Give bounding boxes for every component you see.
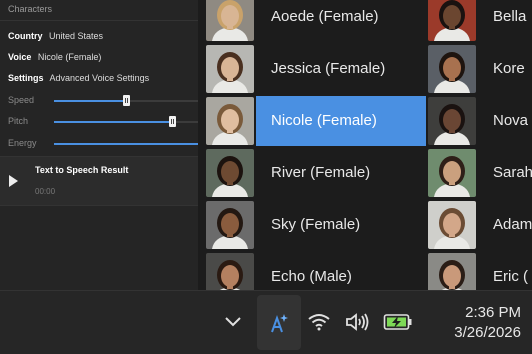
settings-panel: Characters Country United States Voice N…: [0, 0, 198, 290]
volume-icon[interactable]: [345, 312, 371, 332]
copilot-button[interactable]: [257, 295, 301, 350]
voice-name: River (Female): [271, 164, 371, 181]
pitch-slider-thumb[interactable]: [169, 116, 176, 127]
battery-charging-icon[interactable]: [383, 313, 413, 331]
voice-name: Sarah: [493, 164, 532, 181]
voice-avatar: [428, 253, 476, 290]
clock-date: 3/26/2026: [454, 324, 521, 341]
voice-name: Jessica (Female): [271, 60, 386, 77]
tts-result: Text to Speech Result 00:00: [0, 156, 198, 206]
voice-name: Nova: [493, 112, 529, 129]
chevron-up-icon[interactable]: [224, 315, 242, 327]
energy-label: Energy: [8, 138, 37, 148]
voice-avatar: [206, 45, 254, 93]
voice-avatar: [428, 201, 476, 249]
voice-avatar: [206, 201, 254, 249]
settings-row[interactable]: Settings Advanced Voice Settings: [8, 73, 149, 83]
voice-label: Voice: [8, 52, 32, 62]
speed-track[interactable]: [54, 100, 126, 102]
voice-name: Adam: [493, 216, 532, 233]
country-row[interactable]: Country United States: [8, 31, 103, 41]
voice-card[interactable]: Aoede (Female): [198, 0, 428, 42]
taskbar: 2:36 PM 3/26/2026: [0, 290, 532, 354]
voice-card[interactable]: Jessica (Female): [198, 44, 428, 94]
wifi-icon[interactable]: [307, 313, 331, 331]
voice-avatar: [428, 97, 476, 145]
pitch-label: Pitch: [8, 116, 29, 126]
voice-avatar: [206, 253, 254, 290]
voice-name: Echo (Male): [271, 268, 352, 285]
country-label: Country: [8, 31, 43, 41]
speed-label: Speed: [8, 95, 35, 105]
energy-track[interactable]: [54, 143, 198, 145]
country-value: United States: [49, 31, 104, 41]
settings-label: Settings: [8, 73, 44, 83]
play-icon[interactable]: [9, 175, 18, 187]
voice-name: Kore: [493, 60, 525, 77]
speed-slider-thumb[interactable]: [123, 95, 130, 106]
tts-time: 00:00: [35, 187, 56, 196]
tts-title: Text to Speech Result: [35, 165, 129, 175]
voice-card[interactable]: Nicole (Female): [198, 96, 428, 146]
panel-header: Characters: [0, 0, 198, 21]
voice-card[interactable]: Sky (Female): [198, 200, 428, 250]
voice-card[interactable]: Bella: [420, 0, 532, 42]
voice-card[interactable]: Adam: [420, 200, 532, 250]
voice-name: Eric (: [493, 268, 528, 285]
voice-avatar: [428, 45, 476, 93]
voice-avatar: [206, 149, 254, 197]
voice-card[interactable]: Eric (: [420, 252, 532, 290]
voice-card[interactable]: Nova: [420, 96, 532, 146]
voice-card[interactable]: Kore: [420, 44, 532, 94]
voice-name: Nicole (Female): [271, 112, 377, 129]
voice-grid: Aoede (Female) Jessica (Female) Nicole (Fe…: [198, 0, 532, 290]
pitch-track[interactable]: [54, 121, 172, 123]
voice-avatar: [428, 0, 476, 41]
settings-value: Advanced Voice Settings: [49, 73, 150, 83]
voice-name: Bella: [493, 8, 527, 25]
voice-row[interactable]: Voice Nicole (Female): [8, 52, 101, 62]
voice-name: Sky (Female): [271, 216, 361, 233]
system-clock[interactable]: 2:36 PM 3/26/2026: [454, 303, 521, 343]
voice-value: Nicole (Female): [37, 52, 102, 62]
voice-avatar: [206, 97, 254, 145]
voice-avatar: [206, 0, 254, 41]
voice-card[interactable]: Echo (Male): [198, 252, 428, 290]
voice-avatar: [428, 149, 476, 197]
voice-card[interactable]: Sarah: [420, 148, 532, 198]
clock-time: 2:36 PM: [465, 304, 521, 321]
voice-name: Aoede (Female): [271, 8, 379, 25]
voice-card[interactable]: River (Female): [198, 148, 428, 198]
copilot-icon: [271, 314, 288, 333]
